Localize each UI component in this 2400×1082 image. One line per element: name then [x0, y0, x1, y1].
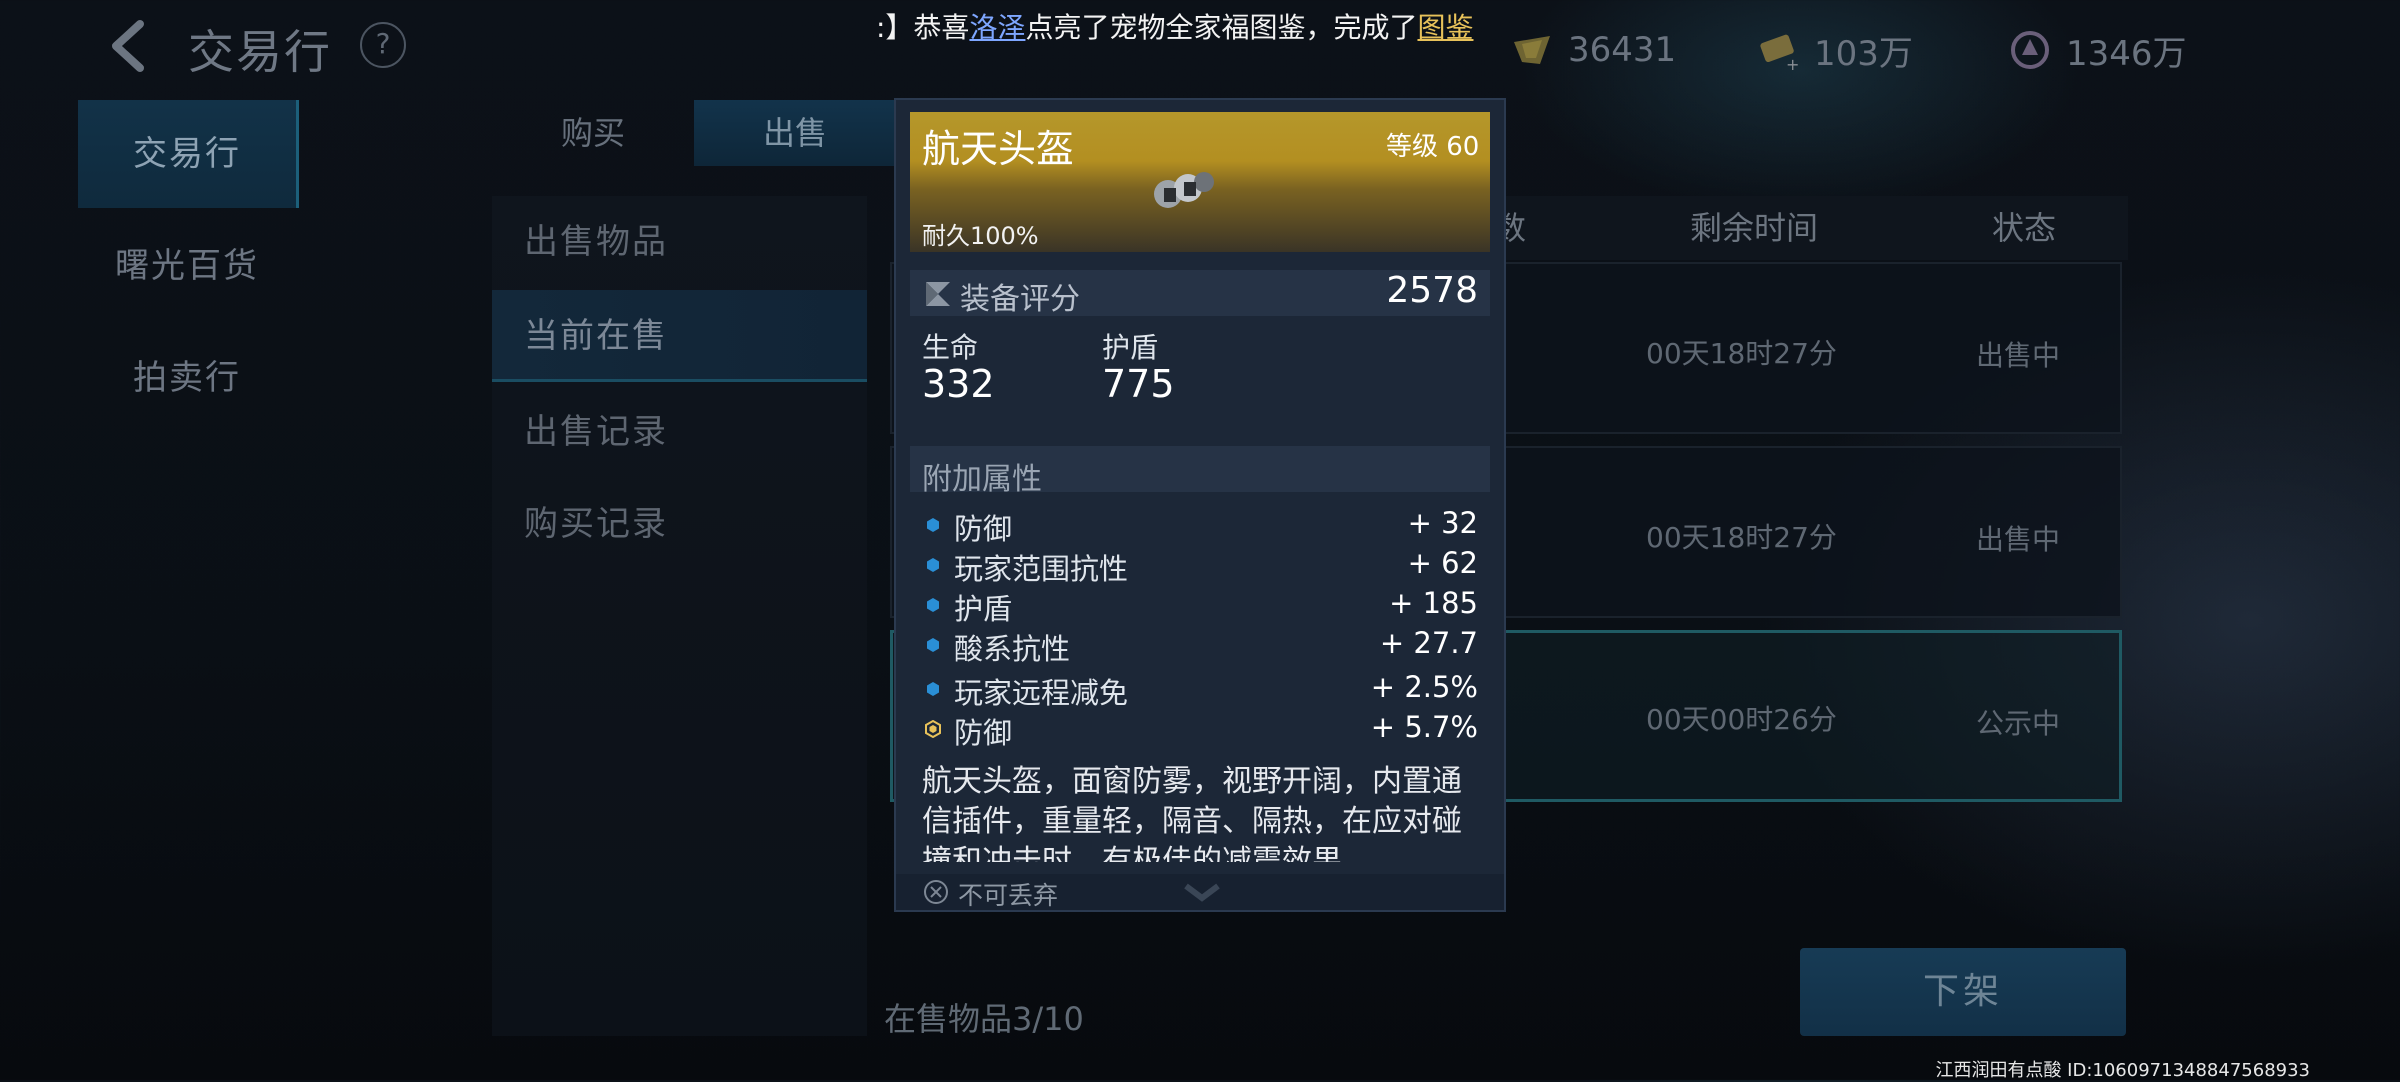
submenu-purchase-history[interactable]: 购买记录	[492, 478, 867, 570]
stat-label-shield: 护盾	[1102, 331, 1159, 364]
extra-attrs-title: 附加属性	[922, 462, 1042, 497]
attr-row: 酸系抗性 + 27.7	[922, 626, 1478, 666]
hex-dot-icon	[927, 598, 939, 612]
hex-dot-icon	[927, 518, 939, 532]
gold-hex-icon	[925, 720, 941, 738]
page-title: 交易行	[188, 25, 332, 79]
submenu-sell-items[interactable]: 出售物品	[492, 196, 867, 288]
item-level: 等级 60	[1386, 132, 1480, 162]
chevron-down-icon[interactable]	[1182, 880, 1222, 904]
attr-value: + 2.5%	[1370, 670, 1478, 704]
svg-text:+: +	[1786, 55, 1799, 72]
tab-buy[interactable]: 购买	[492, 100, 694, 166]
attr-value: + 5.7%	[1370, 710, 1478, 744]
attr-row: 防御 + 32	[922, 506, 1478, 546]
attr-name: 酸系抗性	[954, 632, 1071, 666]
column-status: 状态	[1992, 209, 2057, 247]
row-remaining-time: 00天18时27分	[1646, 337, 1837, 370]
tab-sell[interactable]: 出售	[694, 100, 896, 166]
item-durability: 耐久100%	[922, 222, 1039, 250]
submenu-sale-history[interactable]: 出售记录	[492, 386, 867, 478]
stat-label-hp: 生命	[922, 331, 979, 364]
attr-row: 护盾 + 185	[922, 586, 1478, 626]
nav-auction[interactable]: 拍卖行	[78, 324, 296, 432]
gold-bar-icon	[1514, 36, 1550, 64]
submenu-on-sale[interactable]: 当前在售	[492, 290, 867, 382]
nav-dawn-store[interactable]: 曙光百货	[78, 212, 296, 320]
on-sale-count: 在售物品3/10	[884, 1000, 1084, 1038]
help-icon[interactable]: ?	[360, 22, 406, 68]
currency-gold-value: 36431	[1568, 30, 1677, 70]
hex-dot-icon	[927, 682, 939, 696]
no-discard-icon	[924, 880, 948, 904]
attr-row: 玩家范围抗性 + 62	[922, 546, 1478, 586]
score-label: 装备评分	[960, 282, 1080, 317]
broadcast-middle: 点亮了宠物全家福图鉴，完成了	[1025, 11, 1418, 44]
currency-coins[interactable]: + 103万	[1756, 28, 1913, 74]
currency-coins-value: 103万	[1814, 33, 1913, 74]
attr-name: 防御	[954, 716, 1013, 750]
attr-name: 防御	[954, 512, 1013, 546]
currency-crystal-value: 1346万	[2066, 33, 2187, 74]
attr-value: + 32	[1407, 506, 1478, 540]
score-value: 2578	[1386, 270, 1478, 311]
hex-dot-icon	[927, 638, 939, 652]
attr-row: 玩家远程减免 + 2.5%	[922, 670, 1478, 710]
item-name: 航天头盔	[922, 127, 1075, 171]
player-id: 江西润田有点酸 ID:1060971348847568933	[1935, 1060, 2310, 1081]
row-status: 公示中	[1976, 707, 2061, 740]
attr-value: + 62	[1407, 546, 1478, 580]
system-broadcast: :】恭喜洛泽点亮了宠物全家福图鉴，完成了图鉴	[876, 6, 1473, 46]
delist-button[interactable]: 下架	[1800, 948, 2126, 1036]
broadcast-player-link[interactable]: 洛泽	[969, 11, 1025, 44]
broadcast-item-link[interactable]: 图鉴	[1417, 11, 1473, 44]
attr-value: + 27.7	[1379, 626, 1478, 660]
stat-value-shield: 775	[1102, 362, 1175, 406]
stat-value-hp: 332	[922, 362, 995, 406]
score-icon	[926, 282, 950, 306]
attr-row-special: 防御 + 5.7%	[922, 710, 1478, 750]
currency-gold[interactable]: 36431	[1510, 28, 1676, 72]
item-description: 航天头盔，面窗防雾，视野开阔，内置通信插件，重量轻，隔音、隔热，在应对碰撞和冲击…	[922, 764, 1462, 862]
row-status: 出售中	[1976, 339, 2061, 372]
attr-name: 玩家远程减免	[954, 676, 1129, 710]
column-remaining-time: 剩余时间	[1690, 209, 1819, 247]
currency-crystal[interactable]: 1346万	[2008, 28, 2187, 74]
attr-name: 玩家范围抗性	[954, 552, 1129, 586]
attr-value: + 185	[1389, 586, 1478, 620]
row-status: 出售中	[1976, 523, 2061, 556]
crystal-icon	[2011, 31, 2049, 69]
back-arrow-icon[interactable]	[100, 18, 160, 74]
attr-name: 护盾	[954, 592, 1013, 626]
coins-plus-icon: +	[1760, 34, 1799, 72]
broadcast-prefix: :】恭喜	[876, 11, 970, 44]
row-remaining-time: 00天00时26分	[1646, 703, 1837, 736]
helmet-item-icon	[1154, 172, 1214, 208]
row-remaining-time: 00天18时27分	[1646, 521, 1837, 554]
no-discard-label: 不可丢弃	[958, 881, 1059, 910]
hex-dot-icon	[927, 558, 939, 572]
nav-trading[interactable]: 交易行	[78, 100, 299, 208]
